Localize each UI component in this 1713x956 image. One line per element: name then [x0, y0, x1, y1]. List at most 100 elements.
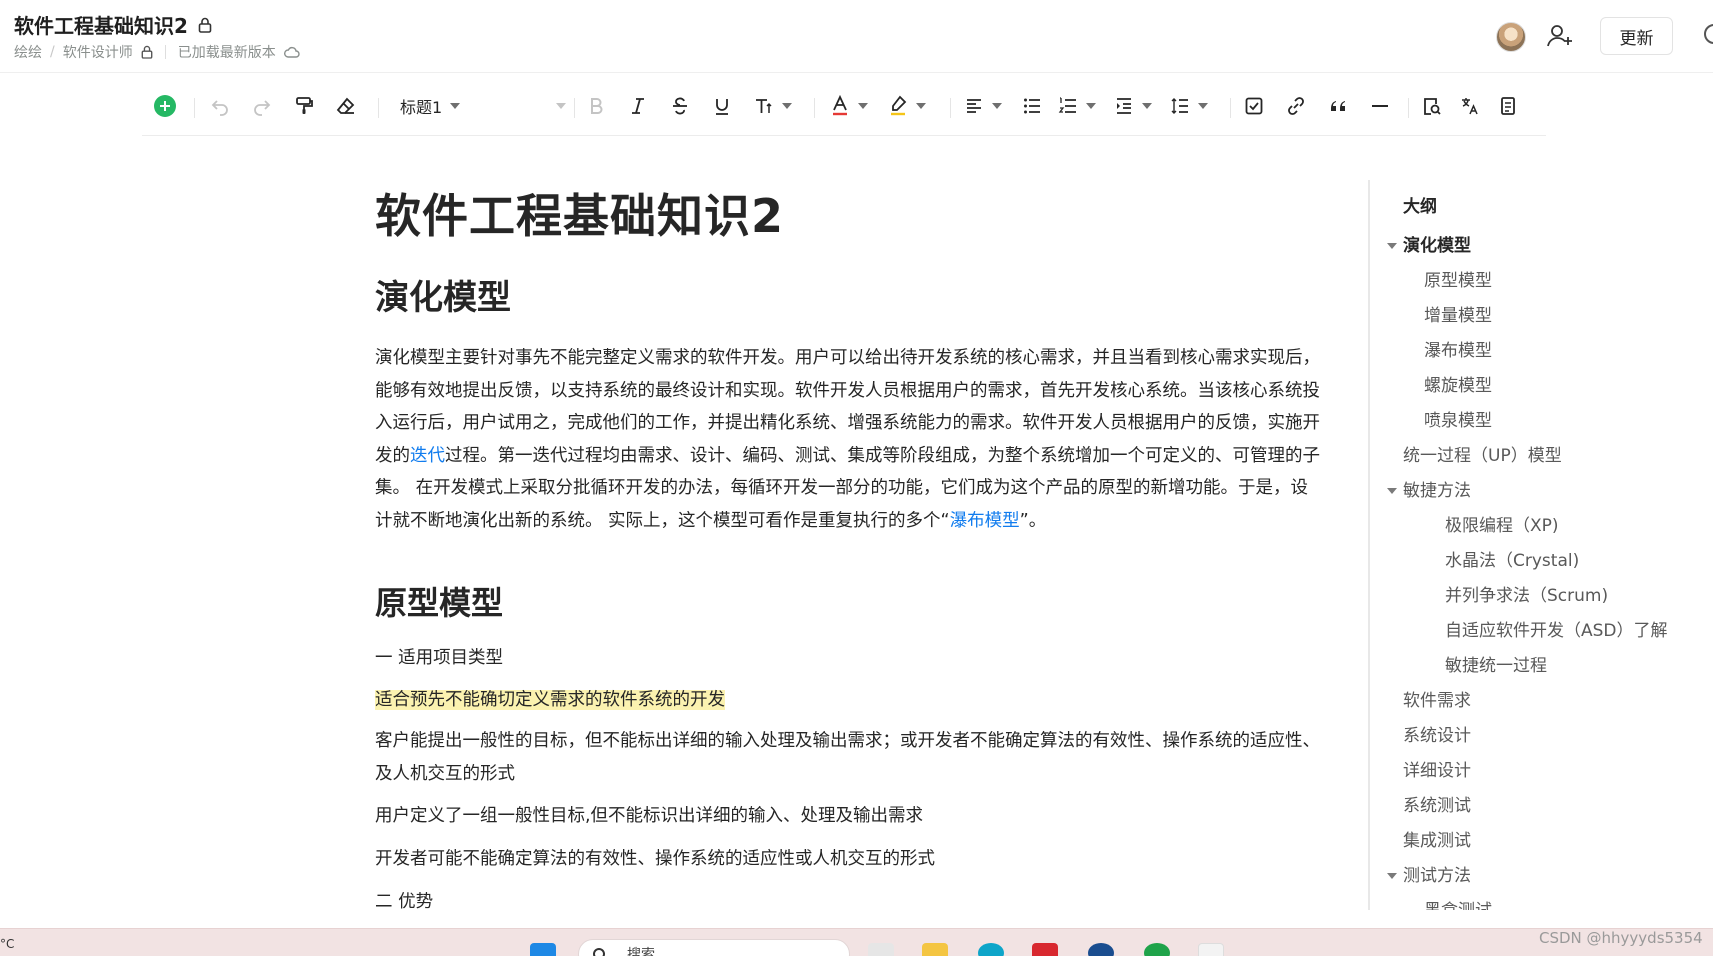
- outline-item[interactable]: 喷泉模型: [1424, 409, 1492, 433]
- quote-button[interactable]: [1328, 91, 1348, 121]
- chevron-down-icon: [782, 103, 792, 109]
- line-height-icon: [1171, 98, 1188, 114]
- outline-item[interactable]: 水晶法（Crystal): [1445, 549, 1579, 573]
- outline-item[interactable]: 原型模型: [1424, 269, 1492, 293]
- underline-button[interactable]: [712, 91, 732, 121]
- outline-item[interactable]: 瀑布模型: [1424, 339, 1492, 363]
- insert-button[interactable]: [154, 91, 176, 121]
- chevron-down-icon: [992, 103, 1002, 109]
- update-button[interactable]: 更新: [1600, 17, 1673, 55]
- avatar[interactable]: [1496, 22, 1526, 52]
- outline-item[interactable]: 集成测试: [1403, 829, 1471, 853]
- strikethrough-button[interactable]: [670, 91, 690, 121]
- plus-circle-icon: [154, 95, 176, 117]
- toolbar-divider: [950, 98, 951, 118]
- chevron-down-icon: [1142, 103, 1152, 109]
- numbered-list-button[interactable]: [1058, 91, 1096, 121]
- outline-item[interactable]: 敏捷统一过程: [1445, 654, 1547, 678]
- highlighter-icon: [891, 95, 907, 116]
- outline-item[interactable]: 详细设计: [1403, 759, 1471, 783]
- breadcrumb-item-book[interactable]: 软件设计师: [63, 42, 133, 62]
- browser-icon[interactable]: [978, 943, 1004, 956]
- align-button[interactable]: [964, 91, 1002, 121]
- doc-title[interactable]: 软件工程基础知识2: [14, 10, 212, 39]
- line-highlighted-suitability: 适合预先不能确切定义需求的软件系统的开发: [375, 684, 1320, 717]
- outline-item[interactable]: 系统测试: [1403, 794, 1471, 818]
- clear-format-button[interactable]: [336, 91, 356, 121]
- bullet-list-button[interactable]: [1022, 91, 1042, 121]
- translate-icon: [1462, 98, 1478, 115]
- toolbar-divider: [574, 98, 575, 118]
- app-icon[interactable]: [1198, 943, 1224, 956]
- bullet-list-icon: [1024, 98, 1040, 114]
- start-menu-icon[interactable]: [530, 943, 556, 956]
- outline-item[interactable]: 演化模型: [1403, 234, 1471, 258]
- toolbar-divider: [1408, 98, 1409, 118]
- file-explorer-icon[interactable]: [922, 943, 948, 956]
- add-user-icon[interactable]: [1546, 22, 1574, 50]
- indent-icon: [1117, 98, 1131, 114]
- redo-button[interactable]: [252, 91, 272, 121]
- chevron-down-icon: [858, 103, 868, 109]
- outline-item[interactable]: 螺旋模型: [1424, 374, 1492, 398]
- divider-button[interactable]: [1370, 91, 1390, 121]
- italic-button[interactable]: [628, 91, 648, 121]
- outline-item[interactable]: 黑盒测试: [1424, 899, 1492, 910]
- line-applicable-types: 一 适用项目类型: [375, 648, 504, 668]
- toolbar-divider: [378, 98, 379, 118]
- font-size-select[interactable]: [548, 91, 566, 121]
- outline-item[interactable]: 测试方法: [1403, 864, 1471, 888]
- font-color-button[interactable]: [830, 91, 868, 121]
- app-icon[interactable]: [1032, 943, 1058, 956]
- app-icon[interactable]: [1088, 943, 1114, 956]
- weather-temp[interactable]: °C: [0, 937, 14, 951]
- outline-item[interactable]: 自适应软件开发（ASD）了解: [1445, 619, 1668, 643]
- outline-item[interactable]: 统一过程（UP）模型: [1403, 444, 1562, 468]
- strikethrough-icon: [673, 97, 687, 115]
- breadcrumb-separator: /: [50, 44, 55, 60]
- text-height-icon: [756, 99, 772, 113]
- text-size-button[interactable]: [754, 91, 792, 121]
- translate-button[interactable]: [1460, 91, 1480, 121]
- doc-template-button[interactable]: [1498, 91, 1518, 121]
- link-iteration[interactable]: 迭代: [410, 446, 445, 466]
- heading-prototype-model: 原型模型: [375, 584, 504, 622]
- outline-item[interactable]: 软件需求: [1403, 689, 1471, 713]
- toolbar-divider: [194, 98, 195, 118]
- outline-item[interactable]: 系统设计: [1403, 724, 1471, 748]
- highlighted-text: 适合预先不能确切定义需求的软件系统的开发: [375, 690, 725, 710]
- indent-button[interactable]: [1114, 91, 1152, 121]
- outline-item[interactable]: 极限编程（XP): [1445, 514, 1559, 538]
- caret-down-icon[interactable]: [1387, 488, 1397, 494]
- doc-title-text: 软件工程基础知识2: [14, 14, 188, 38]
- lock-icon: [141, 45, 153, 59]
- heading-style-select[interactable]: 标题1: [400, 91, 461, 121]
- underline-icon: [716, 99, 728, 115]
- taskbar-search[interactable]: 搜索: [578, 939, 850, 956]
- find-replace-button[interactable]: [1422, 91, 1442, 121]
- task-view-icon[interactable]: [868, 943, 894, 956]
- bold-button[interactable]: [586, 91, 606, 121]
- paragraph-evolution-model: 演化模型主要针对事先不能完整定义需求的软件开发。用户可以给出待开发系统的核心需求…: [375, 342, 1320, 537]
- link-waterfall-model[interactable]: 瀑布模型: [950, 511, 1020, 531]
- breadcrumb-item-space[interactable]: 绘绘: [14, 42, 42, 62]
- divider: [164, 45, 166, 59]
- more-icon[interactable]: [1704, 24, 1713, 44]
- line-user-goals: 用户定义了一组一般性目标,但不能标识出详细的输入、处理及输出需求: [375, 806, 924, 826]
- paragraph-text: 过程。第一迭代过程均由需求、设计、编码、测试、集成等阶段组成，为整个系统增加一个…: [375, 445, 1320, 531]
- caret-down-icon[interactable]: [1387, 243, 1397, 249]
- paint-brush-icon: [296, 97, 313, 114]
- chat-app-icon[interactable]: [1144, 943, 1170, 956]
- task-list-button[interactable]: [1244, 91, 1264, 121]
- outline-item[interactable]: 敏捷方法: [1403, 479, 1471, 503]
- highlight-color-button[interactable]: [888, 91, 926, 121]
- line-height-button[interactable]: [1170, 91, 1208, 121]
- document-icon: [1501, 97, 1515, 115]
- format-painter-button[interactable]: [294, 91, 314, 121]
- link-button[interactable]: [1286, 91, 1306, 121]
- caret-down-icon[interactable]: [1387, 873, 1397, 879]
- undo-button[interactable]: [210, 91, 230, 121]
- eraser-icon: [336, 97, 355, 114]
- outline-item[interactable]: 增量模型: [1424, 304, 1492, 328]
- outline-item[interactable]: 并列争求法（Scrum): [1445, 584, 1608, 608]
